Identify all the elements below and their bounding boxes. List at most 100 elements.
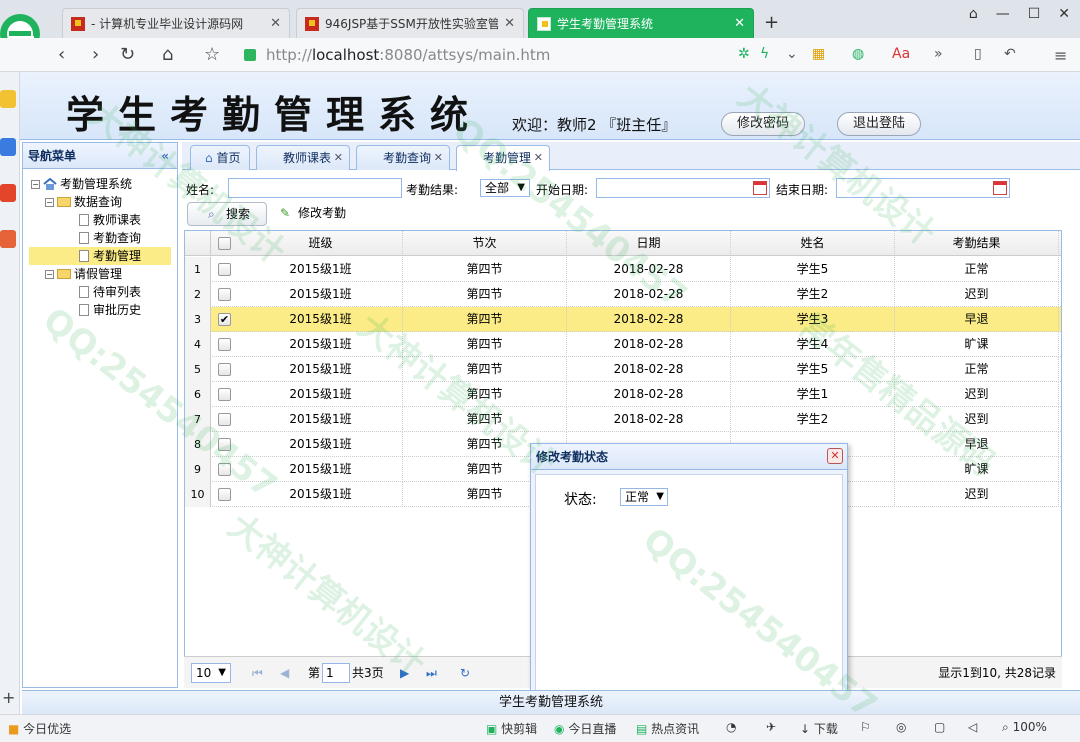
tree-group-data-query[interactable]: − 数据查询 <box>45 193 122 211</box>
calendar-icon[interactable] <box>993 181 1007 195</box>
lightning-icon[interactable]: ϟ <box>760 46 769 62</box>
tree-item-pending[interactable]: 待审列表 <box>79 283 141 301</box>
close-icon[interactable]: ✕ <box>534 146 543 170</box>
row-checkbox[interactable] <box>218 338 231 351</box>
collapse-toggle-icon[interactable]: − <box>45 197 54 207</box>
row-checkbox[interactable] <box>218 438 231 451</box>
tab-attendance-query[interactable]: 考勤查询 ✕ <box>356 145 450 170</box>
result-select[interactable]: 全部 ▼ <box>480 179 530 197</box>
more-icon[interactable]: » <box>934 46 943 62</box>
add-icon[interactable]: + <box>2 688 15 707</box>
tree-item-attendance-query[interactable]: 考勤查询 <box>79 229 141 247</box>
favorites-icon[interactable] <box>0 90 16 108</box>
maximize-icon[interactable]: ☐ <box>1028 6 1041 22</box>
close-icon[interactable]: ✕ <box>270 16 281 31</box>
row-checkbox[interactable] <box>218 263 231 276</box>
undo-icon[interactable]: ↶ <box>1004 46 1016 62</box>
name-input[interactable] <box>228 178 402 198</box>
bookmark-star-icon[interactable]: ☆ <box>204 44 220 65</box>
tree-item-approval-history[interactable]: 审批历史 <box>79 301 141 319</box>
first-page-icon[interactable]: ⏮ <box>252 664 263 682</box>
dropdown-icon[interactable]: ⌄ <box>786 46 798 62</box>
start-date-input[interactable] <box>596 178 770 198</box>
tab-attendance-manage[interactable]: 考勤管理 ✕ <box>456 145 550 171</box>
browser-tab-3-active[interactable]: 学生考勤管理系统 ✕ <box>528 8 754 38</box>
change-password-button[interactable]: 修改密码 <box>721 112 805 136</box>
row-checkbox[interactable] <box>218 288 231 301</box>
status-select[interactable]: 正常 ▼ <box>620 488 668 506</box>
search-button[interactable]: ⌕ 搜索 <box>187 202 267 226</box>
row-checkbox[interactable] <box>218 463 231 476</box>
zoom-control[interactable]: ⌕ 100% <box>1002 720 1047 735</box>
minimize-icon[interactable]: — <box>996 6 1010 22</box>
tree-root[interactable]: − 考勤管理系统 <box>31 175 132 193</box>
close-icon[interactable]: ✕ <box>734 16 745 31</box>
hot-news-link[interactable]: ▤ 热点资讯 <box>636 720 699 737</box>
close-icon[interactable]: ✕ <box>434 146 443 170</box>
mail-icon[interactable] <box>0 230 16 248</box>
tab-home[interactable]: ⌂ 首页 <box>190 145 250 170</box>
live-link[interactable]: ◉ 今日直播 <box>554 720 616 737</box>
close-icon[interactable]: ✕ <box>334 146 343 170</box>
column-header-name[interactable]: 姓名 <box>731 231 895 256</box>
column-header-result[interactable]: 考勤结果 <box>895 231 1059 256</box>
browser-tab-1[interactable]: - 计算机专业毕业设计源码网 ✕ <box>62 8 290 38</box>
tree-item-attendance-manage[interactable]: 考勤管理 <box>29 247 171 265</box>
accelerator-icon[interactable]: ◔ <box>726 720 736 734</box>
quick-edit-link[interactable]: ▣ 快剪辑 <box>486 720 537 737</box>
reader-icon[interactable]: ▯ <box>974 46 982 62</box>
forward-icon[interactable]: › <box>92 44 99 65</box>
column-header-class[interactable]: 班级 <box>239 231 403 256</box>
daily-picks-link[interactable]: ■ 今日优选 <box>8 720 71 737</box>
clean-icon[interactable]: ✈ <box>766 720 776 734</box>
close-window-icon[interactable]: ✕ <box>1058 6 1070 22</box>
download-link[interactable]: ↓ 下载 <box>800 720 838 737</box>
table-row[interactable]: 7 2015级1班 第四节 2018-02-28 学生2 迟到 <box>185 407 1061 432</box>
row-checkbox[interactable] <box>218 413 231 426</box>
table-row[interactable]: 3 ✔ 2015级1班 第四节 2018-02-28 学生3 早退 <box>185 307 1061 332</box>
logout-button[interactable]: 退出登陆 <box>837 112 921 136</box>
speed-mode-icon[interactable]: ✲ <box>738 46 750 62</box>
feedback-icon[interactable]: ⚐ <box>860 720 871 734</box>
prev-page-icon[interactable]: ◀ <box>280 664 289 682</box>
row-checkbox[interactable] <box>218 488 231 501</box>
table-row[interactable]: 2 2015级1班 第四节 2018-02-28 学生2 迟到 <box>185 282 1061 307</box>
browser-tab-2[interactable]: 946JSP基于SSM开放性实验室管 ✕ <box>296 8 524 38</box>
font-icon[interactable]: Aa <box>892 46 910 62</box>
apps-icon[interactable]: ▦ <box>812 46 825 62</box>
sound-icon[interactable]: ◁ <box>968 720 977 734</box>
new-tab-icon[interactable]: + <box>764 12 779 33</box>
weibo-icon[interactable] <box>0 184 16 202</box>
collapse-toggle-icon[interactable]: − <box>45 269 54 279</box>
address-bar[interactable]: http://localhost:8080/attsys/main.htm <box>244 42 734 68</box>
window-icon[interactable]: ▢ <box>934 720 945 734</box>
next-page-icon[interactable]: ▶ <box>400 664 409 682</box>
page-number-input[interactable]: 1 <box>322 663 350 683</box>
translate-icon[interactable]: ◍ <box>852 46 864 62</box>
tab-teacher-schedule[interactable]: 教师课表 ✕ <box>256 145 350 170</box>
table-row[interactable]: 5 2015级1班 第四节 2018-02-28 学生5 正常 <box>185 357 1061 382</box>
row-checkbox[interactable]: ✔ <box>218 313 231 326</box>
collapse-icon[interactable]: « <box>161 143 169 169</box>
refresh-icon[interactable]: ↻ <box>460 664 470 682</box>
last-page-icon[interactable]: ⏭ <box>426 664 437 682</box>
back-icon[interactable]: ‹ <box>58 44 65 65</box>
column-header-date[interactable]: 日期 <box>567 231 731 256</box>
ie-mode-icon[interactable]: ◎ <box>896 720 906 734</box>
menu-icon[interactable]: ≡ <box>1054 46 1067 65</box>
calendar-icon[interactable] <box>753 181 767 195</box>
table-row[interactable]: 4 2015级1班 第四节 2018-02-28 学生4 旷课 <box>185 332 1061 357</box>
end-date-input[interactable] <box>836 178 1010 198</box>
home-icon[interactable]: ⌂ <box>162 44 173 65</box>
table-row[interactable]: 6 2015级1班 第四节 2018-02-28 学生1 迟到 <box>185 382 1061 407</box>
close-icon[interactable]: ✕ <box>504 16 515 31</box>
page-size-select[interactable]: 10 ▼ <box>191 663 231 683</box>
row-checkbox[interactable] <box>218 363 231 376</box>
select-all-checkbox[interactable] <box>218 237 231 250</box>
row-checkbox[interactable] <box>218 388 231 401</box>
collapse-toggle-icon[interactable]: − <box>31 179 40 189</box>
edit-attendance-button[interactable]: ✎ 修改考勤 <box>280 202 346 226</box>
column-header-period[interactable]: 节次 <box>403 231 567 256</box>
skin-icon[interactable]: ⌂ <box>969 6 978 22</box>
table-row[interactable]: 1 2015级1班 第四节 2018-02-28 学生5 正常 <box>185 257 1061 282</box>
